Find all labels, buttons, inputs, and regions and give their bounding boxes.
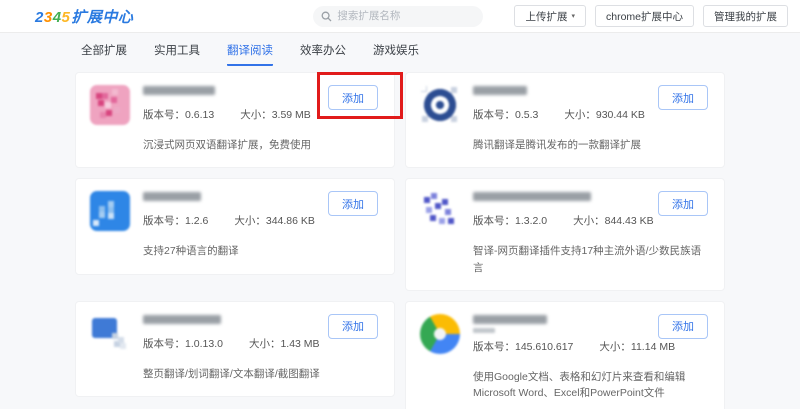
- manage-my-extensions-button[interactable]: 管理我的扩展: [703, 5, 788, 27]
- search-icon: [321, 11, 332, 21]
- category-tabbar: 全部扩展 实用工具 翻译阅读 效率办公 游戏娱乐: [75, 33, 725, 66]
- caret-down-icon: ▾: [571, 12, 575, 20]
- extension-card[interactable]: 版本号：1.3.2.0 大小：844.43 KB 智译-网页翻译插件支持17种主…: [405, 178, 725, 291]
- add-button[interactable]: 添加: [328, 191, 378, 217]
- site-logo[interactable]: 2345扩展中心: [35, 6, 133, 27]
- add-button[interactable]: 添加: [328, 313, 378, 339]
- upload-extension-button[interactable]: 上传扩展 ▾: [514, 5, 586, 27]
- extension-description: 智译-网页翻译插件支持17种主流外语/少数民族语言: [473, 245, 702, 274]
- extension-card[interactable]: 版本号：0.6.13 大小：3.59 MB 沉浸式网页双语翻译扩展，免费使用 添…: [75, 72, 403, 169]
- logo-digit: 3: [43, 8, 53, 26]
- tab-games[interactable]: 游戏娱乐: [373, 42, 419, 66]
- add-button[interactable]: 添加: [658, 191, 708, 217]
- extension-name-redacted: [473, 192, 591, 202]
- extension-list: 版本号：0.6.13 大小：3.59 MB 沉浸式网页双语翻译扩展，免费使用 添…: [75, 72, 725, 409]
- tab-utility-tools[interactable]: 实用工具: [154, 42, 200, 66]
- extension-description: 沉浸式网页双语翻译扩展，免费使用: [143, 139, 311, 151]
- extension-card[interactable]: 版本号：145.610.617 大小：11.14 MB 使用Google文档、表…: [405, 300, 725, 409]
- navy-ring-icon: [420, 85, 460, 125]
- extension-description: 支持27种语言的翻译: [143, 245, 239, 258]
- top-header: 2345扩展中心 上传扩展 ▾ chrome扩展中心 管理我的扩展: [0, 0, 800, 33]
- upload-extension-label: 上传扩展: [525, 10, 568, 23]
- tab-productivity[interactable]: 效率办公: [300, 42, 346, 66]
- add-button[interactable]: 添加: [328, 85, 378, 110]
- extension-description: 整页翻译/划词翻译/文本翻译/截图翻译: [143, 367, 320, 380]
- blue-chart-icon: [90, 191, 130, 232]
- header-actions: 上传扩展 ▾ chrome扩展中心 管理我的扩展: [514, 5, 788, 27]
- add-button[interactable]: 添加: [658, 313, 708, 339]
- extension-card[interactable]: 版本号：1.2.6 大小：344.86 KB 支持27种语言的翻译 添加: [75, 178, 395, 275]
- extension-meta: 版本号：145.610.617 大小：11.14 MB: [473, 340, 676, 353]
- extension-description: 使用Google文档、表格和幻灯片来查看和编辑Microsoft Word、Ex…: [473, 370, 686, 400]
- blue-square-icon: [90, 314, 130, 354]
- chrome-extension-center-button[interactable]: chrome扩展中心: [594, 5, 694, 27]
- extension-card[interactable]: 版本号：1.0.13.0 大小：1.43 MB 整页翻译/划词翻译/文本翻译/截…: [75, 300, 395, 398]
- logo-digit: 2: [35, 8, 44, 26]
- pink-mosaic-icon: [90, 85, 130, 125]
- extension-name-redacted: [143, 192, 201, 202]
- extension-name-redacted: [143, 86, 215, 95]
- search-box[interactable]: [313, 5, 484, 27]
- search-input[interactable]: [337, 10, 476, 22]
- extension-name-redacted: [143, 314, 221, 324]
- extension-name-redacted: [473, 327, 495, 333]
- logo-digit: 5: [61, 8, 71, 26]
- tab-translate-reading[interactable]: 翻译阅读: [227, 42, 273, 66]
- extension-name-redacted: [473, 314, 547, 324]
- logo-digit: 4: [52, 8, 62, 26]
- extension-card[interactable]: 版本号：0.5.3 大小：930.44 KB 腾讯翻译是腾讯发布的一款翻译扩展 …: [405, 72, 725, 169]
- google-colors-icon: [420, 313, 460, 354]
- extension-name-redacted: [473, 86, 527, 95]
- tab-all-extensions[interactable]: 全部扩展: [81, 42, 127, 66]
- add-button[interactable]: 添加: [658, 85, 708, 110]
- extension-description: 腾讯翻译是腾讯发布的一款翻译扩展: [473, 139, 641, 151]
- logo-text: 扩展中心: [71, 8, 134, 26]
- purple-mosaic-icon: [420, 191, 460, 231]
